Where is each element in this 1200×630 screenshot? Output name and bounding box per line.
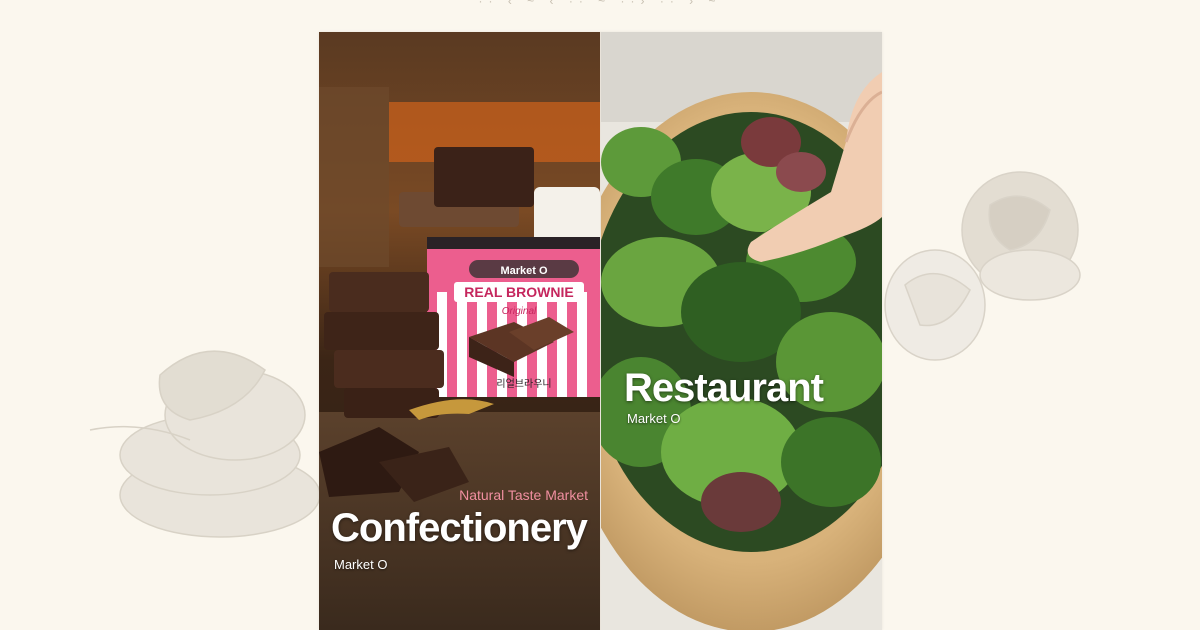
package-korean: 리얼브라우니 bbox=[496, 378, 551, 390]
restaurant-title: Restaurant bbox=[624, 366, 824, 410]
package-variant: Original bbox=[502, 306, 537, 317]
confectionery-panel[interactable]: Market O REAL BROWNIE Original 리얼브라우니 Na… bbox=[319, 32, 600, 630]
rose-decoration-right bbox=[884, 171, 1081, 361]
confectionery-tagline: Natural Taste Market bbox=[459, 487, 588, 503]
restaurant-subtitle: Market O bbox=[627, 411, 681, 426]
package-product: REAL BROWNIE bbox=[464, 284, 573, 300]
rose-decoration-left bbox=[89, 350, 321, 538]
confectionery-subtitle: Market O bbox=[334, 557, 388, 572]
package-brand: Market O bbox=[500, 265, 548, 277]
top-decorative-line: ·· ‹ ~ ‹ ·· ~ ··› ·· › ~ bbox=[478, 0, 722, 8]
category-panels: Market O REAL BROWNIE Original 리얼브라우니 Na… bbox=[319, 32, 882, 630]
restaurant-panel[interactable]: Restaurant Market O bbox=[601, 32, 882, 630]
confectionery-title: Confectionery bbox=[331, 506, 588, 550]
salad-photo bbox=[601, 32, 882, 630]
